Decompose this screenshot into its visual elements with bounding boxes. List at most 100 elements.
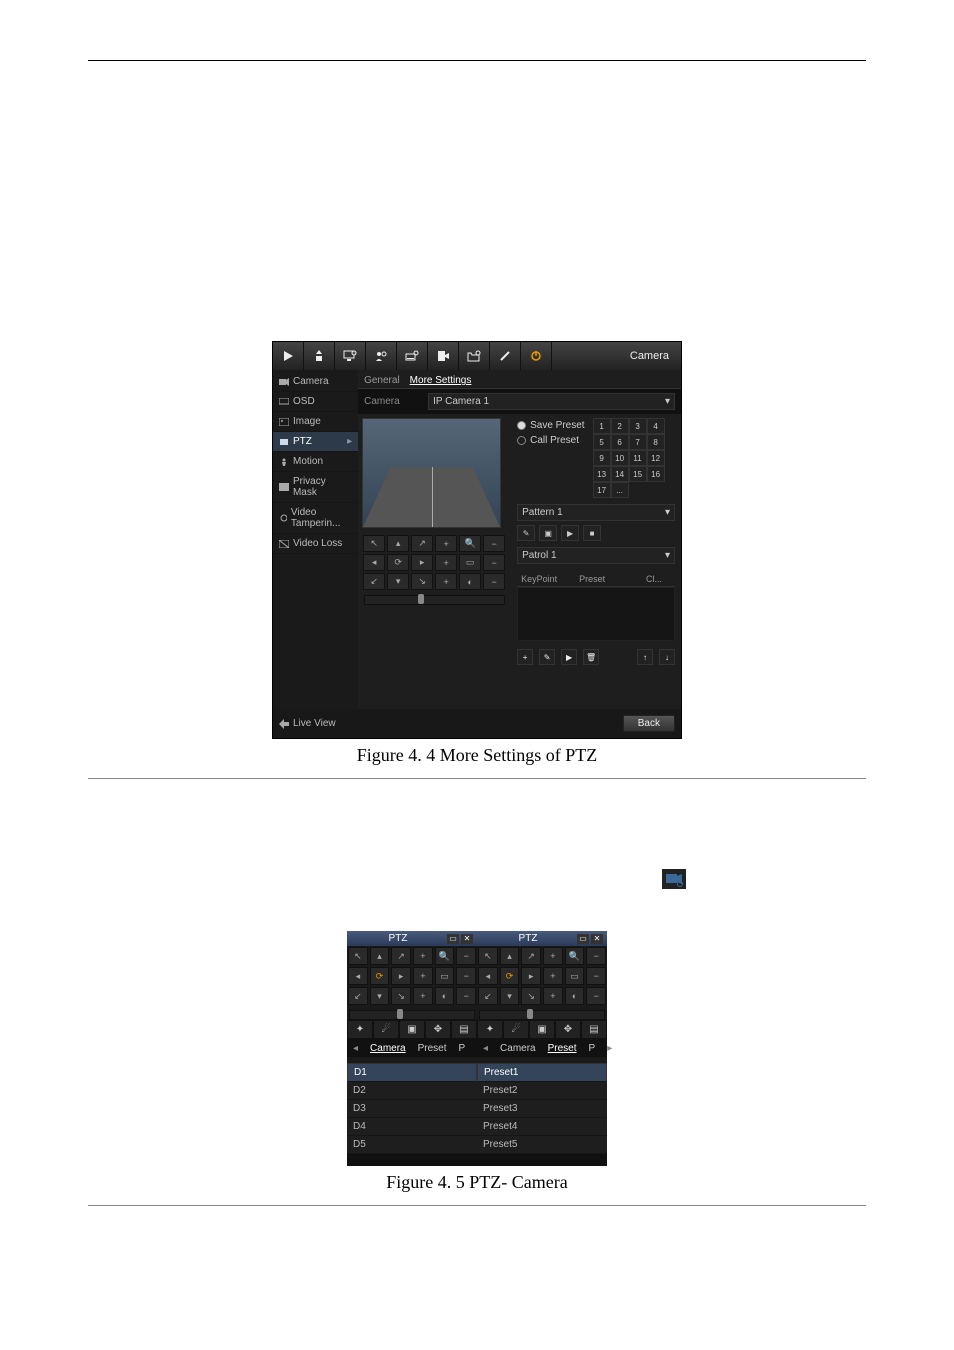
preset-16[interactable]: 16 [647, 466, 665, 482]
ptz-down-left[interactable]: ↙ [478, 987, 498, 1005]
save-preset-radio[interactable]: Save Preset [517, 418, 584, 433]
back-button[interactable]: Back [623, 715, 675, 732]
ptz-left[interactable]: ◂ [363, 554, 385, 571]
list-item[interactable]: Preset2 [477, 1082, 607, 1100]
folder-gear-icon[interactable] [459, 342, 490, 370]
tab-prev-icon[interactable]: ◂ [347, 1043, 364, 1054]
preset-more[interactable]: ... [611, 482, 629, 498]
zoom-in[interactable]: + [413, 947, 433, 965]
ptz-right[interactable]: ▸ [391, 967, 411, 985]
patrol-delete-icon[interactable]: 🗑 [583, 649, 599, 665]
menu-icon[interactable]: ▤ [451, 1020, 477, 1039]
ptz-right[interactable]: ▸ [521, 967, 541, 985]
ptz-auto[interactable]: ⟳ [500, 967, 520, 985]
preset-13[interactable]: 13 [593, 466, 611, 482]
list-item[interactable]: Preset3 [477, 1100, 607, 1118]
tab-more-settings[interactable]: More Settings [410, 373, 472, 388]
preset-3[interactable]: 3 [629, 418, 647, 434]
focus-out[interactable]: − [456, 967, 476, 985]
preset-10[interactable]: 10 [611, 450, 629, 466]
sidebar-item-videoloss[interactable]: Video Loss [273, 534, 358, 554]
iris-out[interactable]: − [483, 573, 505, 590]
sidebar-item-camera[interactable]: Camera [273, 372, 358, 392]
live-view-label[interactable]: Live View [293, 718, 336, 729]
focus-out[interactable]: − [586, 967, 606, 985]
preset-6[interactable]: 6 [611, 434, 629, 450]
close-icon[interactable]: ✕ [461, 934, 473, 944]
menu-icon[interactable]: ▤ [581, 1020, 607, 1039]
focus-in[interactable]: + [543, 967, 563, 985]
iris-in[interactable]: + [543, 987, 563, 1005]
patrol-select[interactable]: Patrol 1▾ [517, 547, 675, 564]
ptz-down[interactable]: ▾ [500, 987, 520, 1005]
preset-17[interactable]: 17 [593, 482, 611, 498]
image-icon[interactable]: ▣ [529, 1020, 555, 1039]
ptz-down[interactable]: ▾ [370, 987, 390, 1005]
centre-icon[interactable]: ✥ [425, 1020, 451, 1039]
iris-in[interactable]: + [413, 987, 433, 1005]
zoom-out[interactable]: − [586, 947, 606, 965]
ptz-control-icon[interactable] [662, 869, 686, 889]
focus-in[interactable]: + [435, 554, 457, 571]
list-item[interactable]: Preset5 [477, 1136, 607, 1154]
hdd-gear-icon[interactable] [397, 342, 428, 370]
patrol-edit-icon[interactable]: ✎ [539, 649, 555, 665]
wiper-icon[interactable]: ☄ [503, 1020, 529, 1039]
pattern-edit-icon[interactable]: ✎ [517, 525, 535, 541]
preset-5[interactable]: 5 [593, 434, 611, 450]
sidebar-item-ptz[interactable]: PTZ▸ [273, 432, 358, 452]
zoom-out[interactable]: − [483, 535, 505, 552]
ptz-speed-slider[interactable] [364, 595, 505, 605]
wiper-icon[interactable]: ☄ [373, 1020, 399, 1039]
preset-2[interactable]: 2 [611, 418, 629, 434]
minimize-icon[interactable]: ▭ [577, 934, 589, 944]
ptz-down[interactable]: ▾ [387, 573, 409, 590]
list-item[interactable]: D1 [347, 1063, 477, 1082]
power-icon[interactable] [521, 342, 552, 370]
ptz-up-right[interactable]: ↗ [521, 947, 541, 965]
close-icon[interactable]: ✕ [591, 934, 603, 944]
ptz-down-right[interactable]: ↘ [391, 987, 411, 1005]
pattern-select[interactable]: Pattern 1▾ [517, 504, 675, 521]
preset-8[interactable]: 8 [647, 434, 665, 450]
export-icon[interactable] [304, 342, 335, 370]
ptz-up[interactable]: ▴ [500, 947, 520, 965]
pattern-stop-icon[interactable]: ■ [583, 525, 601, 541]
tab-general[interactable]: General [364, 373, 400, 388]
ptz-down-right[interactable]: ↘ [521, 987, 541, 1005]
move-up-icon[interactable]: ↑ [637, 649, 653, 665]
list-item[interactable]: D2 [347, 1082, 477, 1100]
centre-icon[interactable]: ✥ [555, 1020, 581, 1039]
ptz-up-left[interactable]: ↖ [478, 947, 498, 965]
zoom-in[interactable]: + [543, 947, 563, 965]
sidebar-item-privacy[interactable]: Privacy Mask [273, 472, 358, 503]
ptz-speed-slider[interactable] [479, 1010, 605, 1020]
ptz-up-left[interactable]: ↖ [348, 947, 368, 965]
sidebar-item-osd[interactable]: OSD [273, 392, 358, 412]
preset-11[interactable]: 11 [629, 450, 647, 466]
focus-out[interactable]: − [483, 554, 505, 571]
preset-15[interactable]: 15 [629, 466, 647, 482]
sidebar-item-image[interactable]: Image [273, 412, 358, 432]
preset-12[interactable]: 12 [647, 450, 665, 466]
tab-preset[interactable]: Preset [542, 1043, 583, 1054]
ptz-down-left[interactable]: ↙ [348, 987, 368, 1005]
tab-prev-icon[interactable]: ◂ [477, 1043, 494, 1054]
focus-in[interactable]: + [413, 967, 433, 985]
tab-preset[interactable]: Preset [412, 1043, 453, 1054]
record-icon[interactable] [428, 342, 459, 370]
list-item[interactable]: Preset4 [477, 1118, 607, 1136]
patrol-add-icon[interactable]: + [517, 649, 533, 665]
ptz-up[interactable]: ▴ [387, 535, 409, 552]
ptz-down-left[interactable]: ↙ [363, 573, 385, 590]
ptz-up-right[interactable]: ↗ [411, 535, 433, 552]
play-icon[interactable] [273, 342, 304, 370]
user-gear-icon[interactable] [366, 342, 397, 370]
list-item[interactable]: Preset1 [477, 1063, 607, 1082]
ptz-auto[interactable]: ⟳ [387, 554, 409, 571]
call-preset-radio[interactable]: Call Preset [517, 433, 584, 448]
ptz-left[interactable]: ◂ [478, 967, 498, 985]
preset-1[interactable]: 1 [593, 418, 611, 434]
tab-camera[interactable]: Camera [364, 1043, 412, 1054]
tools-icon[interactable] [490, 342, 521, 370]
